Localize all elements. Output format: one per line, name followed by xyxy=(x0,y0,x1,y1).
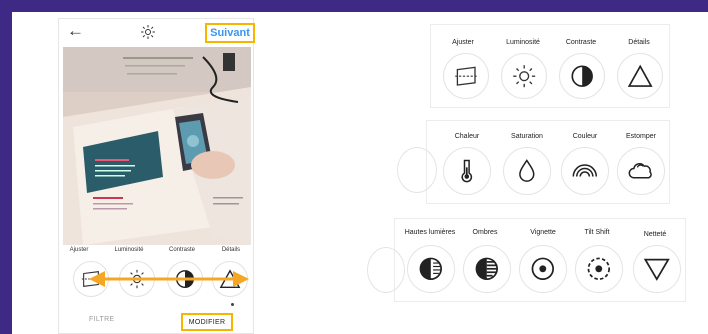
strip3-partial-circle xyxy=(367,247,405,293)
details-icon xyxy=(219,269,241,288)
adjust-icon xyxy=(454,66,477,86)
contrast-icon xyxy=(176,270,194,288)
contrast-icon xyxy=(571,65,593,87)
tab-filter[interactable]: FILTRE xyxy=(89,316,114,323)
strip3-label-tilt-shift: Tilt Shift xyxy=(584,229,610,236)
strip2-warmth-button[interactable] xyxy=(443,147,491,195)
tool-details-button[interactable] xyxy=(212,261,248,297)
tool-adjust-button[interactable] xyxy=(73,261,109,297)
drop-icon xyxy=(519,159,535,183)
tools-row: Ajuster Luminosité Contraste Détails xyxy=(59,247,255,317)
strip2-color-button[interactable] xyxy=(561,147,609,195)
tab-modify[interactable]: MODIFIER xyxy=(181,313,233,331)
rainbow-icon xyxy=(572,164,598,177)
tool-label-adjust: Ajuster xyxy=(69,247,89,253)
frame-left-bar xyxy=(0,0,12,334)
strip2-saturation-button[interactable] xyxy=(503,147,551,195)
photo-preview xyxy=(63,47,251,245)
strip3-label-vignette: Vignette xyxy=(530,229,556,236)
highlights-icon xyxy=(419,257,443,281)
strip2-label-saturation: Saturation xyxy=(511,133,543,140)
brightness-icon xyxy=(127,269,147,289)
strip1-label-contrast: Contraste xyxy=(565,39,597,46)
back-arrow-icon[interactable]: ← xyxy=(67,21,84,41)
fade-cloud-icon xyxy=(628,163,653,179)
selection-dot xyxy=(231,303,234,306)
strip1-adjust-button[interactable] xyxy=(443,53,489,99)
lux-sun-icon[interactable] xyxy=(140,24,156,40)
strip2-fade-button[interactable] xyxy=(617,147,665,195)
strip3-label-highlights: Hautes lumières xyxy=(404,229,456,236)
strip1-label-details: Détails xyxy=(628,39,650,46)
next-button[interactable]: Suivant xyxy=(205,23,255,43)
photo-image xyxy=(63,47,251,245)
vignette-icon xyxy=(531,257,555,281)
tools-strip-3: Hautes lumières Ombres Vignette Tilt Shi… xyxy=(367,218,686,302)
tools-strip-2: Chaleur Saturation Couleur Estomper xyxy=(397,120,670,204)
editor-header: ← Suivant xyxy=(59,19,255,45)
tool-contrast-button[interactable] xyxy=(167,261,203,297)
shadows-icon xyxy=(475,257,499,281)
tool-label-details: Détails xyxy=(221,247,241,253)
strip2-label-warmth: Chaleur xyxy=(454,133,480,140)
strip1-contrast-button[interactable] xyxy=(559,53,605,99)
adjust-icon xyxy=(81,271,101,287)
strip2-partial-circle xyxy=(397,147,437,193)
strip1-label-adjust: Ajuster xyxy=(452,39,474,46)
tool-brightness-button[interactable] xyxy=(119,261,155,297)
brightness-icon xyxy=(512,64,535,87)
strip3-label-sharpen: Netteté xyxy=(643,231,667,238)
frame-top-bar xyxy=(0,0,708,12)
strip1-label-brightness: Luminosité xyxy=(506,39,540,46)
strip2-label-fade: Estomper xyxy=(626,133,656,140)
strip1-brightness-button[interactable] xyxy=(501,53,547,99)
strip3-label-shadows: Ombres xyxy=(472,229,498,236)
strip2-label-color: Couleur xyxy=(572,133,598,140)
tilt-shift-icon xyxy=(587,257,611,281)
sharpen-icon xyxy=(643,258,671,282)
strip3-vignette-button[interactable] xyxy=(519,245,567,293)
details-icon xyxy=(627,64,653,87)
tool-label-brightness: Luminosité xyxy=(114,247,144,253)
strip1-details-button[interactable] xyxy=(617,53,663,99)
strip3-sharpen-button[interactable] xyxy=(633,245,681,293)
strip3-tilt-shift-button[interactable] xyxy=(575,245,623,293)
phone-screen: ← Suivant Ajuster Luminosité Contraste D… xyxy=(58,18,255,334)
tool-label-contrast: Contraste xyxy=(168,247,195,253)
thermometer-icon xyxy=(461,159,473,183)
strip3-shadows-button[interactable] xyxy=(463,245,511,293)
editor-tabbar: FILTRE MODIFIER xyxy=(59,313,255,333)
strip3-highlights-button[interactable] xyxy=(407,245,455,293)
tools-strip-1: Ajuster Luminosité Contraste Détails xyxy=(430,24,670,108)
